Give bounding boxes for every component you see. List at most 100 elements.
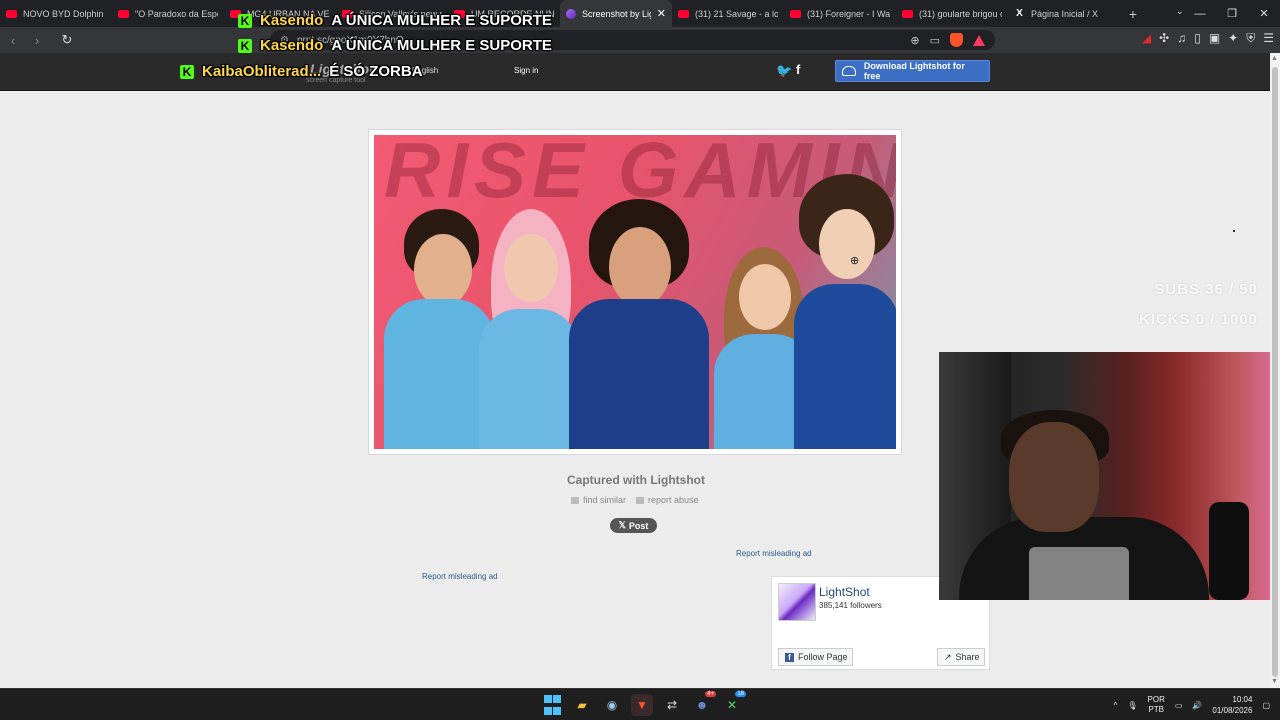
cast-icon[interactable]: ▭ <box>930 34 940 47</box>
brave-browser-icon[interactable]: ▼ <box>631 694 653 716</box>
report-abuse-link[interactable]: report abuse <box>636 495 699 505</box>
screenshot-frame: RISE GAMING <box>368 129 902 455</box>
network-icon[interactable]: ▭ <box>1175 701 1183 710</box>
fb-page-name[interactable]: LightShot <box>819 585 870 599</box>
brave-rewards-icon[interactable] <box>973 34 985 46</box>
facebook-icon[interactable]: f <box>796 62 800 77</box>
scroll-up-icon[interactable]: ▲ <box>1271 55 1278 62</box>
brave-shield-icon[interactable] <box>950 33 963 47</box>
file-explorer-icon[interactable]: ▰ <box>571 694 593 716</box>
extension-red-icon[interactable]: ◢ <box>1142 31 1151 46</box>
xbox-badge: 18 <box>735 691 746 697</box>
extensions-puzzle-icon[interactable]: ✣ <box>1159 31 1169 46</box>
browser-tab[interactable]: (31) goularte brigou c <box>896 0 1008 27</box>
x-post-button[interactable]: 𝕏 Post <box>610 518 657 533</box>
person-5 <box>794 154 896 449</box>
microphone <box>1209 502 1249 600</box>
microphone-icon[interactable]: 🎙 <box>1127 701 1137 710</box>
reload-icon[interactable]: ↻ <box>56 29 78 51</box>
close-tab-icon[interactable]: ✕ <box>657 7 666 20</box>
report-ad-link[interactable]: Report misleading ad <box>422 572 498 581</box>
vpn-shield-icon[interactable]: ⛨ <box>1246 31 1255 46</box>
leo-ai-icon[interactable]: ✦ <box>1228 31 1238 46</box>
kicks-counter: KICKS 0 / 1000 <box>1138 311 1258 328</box>
volume-icon[interactable]: 🔊 <box>1192 701 1202 710</box>
tab-title: (31) goularte brigou c <box>919 8 1002 19</box>
youtube-icon <box>790 9 801 18</box>
share-button[interactable]: ↗ Share <box>937 648 985 666</box>
menu-icon[interactable]: ☰ <box>1263 31 1274 46</box>
chat-username: Kasendo <box>260 12 324 29</box>
twitter-icon[interactable]: 🐦 <box>776 63 792 79</box>
tab-title: Página Inicial / X <box>1031 8 1099 19</box>
subs-counter: SUBS 36 / 50 <box>1154 281 1258 298</box>
follow-page-button[interactable]: f Follow Page <box>778 648 853 666</box>
sidebar-icon[interactable]: ▯ <box>1194 31 1201 46</box>
screenshot-image[interactable]: RISE GAMING <box>374 135 896 449</box>
scroll-thumb[interactable] <box>1272 67 1278 677</box>
chat-text: É SÓ ZORBA <box>329 63 423 80</box>
browser-toolbar: ‹ › ↻ ⚙ prnt.sc/gpo​X1m0Y7bnQ ⊕ ▭ ◢ ✣ ♫ … <box>0 27 1280 53</box>
maximize-icon[interactable]: ❐ <box>1216 0 1248 27</box>
zoom-icon[interactable]: ⊕ <box>910 34 919 47</box>
chat-message: K Kasendo A ÚNICA MULHER E SUPORTE <box>238 12 552 29</box>
cloud-download-icon <box>842 66 856 76</box>
chat-text: A ÚNICA MULHER E SUPORTE <box>331 12 552 29</box>
browser-tab[interactable]: (31) Foreigner - I Wan <box>784 0 896 27</box>
report-ad-link[interactable]: Report misleading ad <box>736 549 812 558</box>
window-controls: — ❐ ✕ <box>1184 0 1280 27</box>
notification-icon[interactable]: ▢ <box>1262 701 1270 710</box>
media-icon[interactable]: ♫ <box>1177 31 1186 46</box>
browser-tab[interactable]: NOVO BYD Dolphin G <box>0 0 112 27</box>
chat-message: K Kasendo A ÚNICA MULHER E SUPORTE <box>238 37 552 54</box>
post-label: Post <box>628 520 649 531</box>
captured-with-lightshot: Captured with Lightshot <box>567 473 705 487</box>
chat-text: A ÚNICA MULHER E SUPORTE <box>331 37 552 54</box>
discord-icon[interactable]: ☻ 4+ <box>691 691 716 716</box>
stray-dot <box>1233 230 1235 232</box>
media-app-icon[interactable]: ⇄ <box>661 694 683 716</box>
language-indicator[interactable]: POR PTB <box>1148 695 1165 715</box>
person-3 <box>569 159 709 449</box>
flag-icon <box>636 497 645 504</box>
minimize-icon[interactable]: — <box>1184 0 1216 27</box>
kick-icon: K <box>180 64 194 79</box>
wallet-icon[interactable]: ▣ <box>1209 31 1220 46</box>
windows-start-icon[interactable] <box>541 694 563 716</box>
clock[interactable]: 10:04 01/08/2026 <box>1212 694 1252 716</box>
browser-tab[interactable]: (31) 21 Savage - a lot <box>672 0 784 27</box>
page-scrollbar[interactable]: ▲ ▼ <box>1270 53 1280 688</box>
browser-tab-strip: NOVO BYD Dolphin G "O Paradoxo da Esper MG… <box>0 0 1280 27</box>
share-label: Share <box>955 652 980 662</box>
browser-tab[interactable]: "O Paradoxo da Esper <box>112 0 224 27</box>
tray-chevron-icon[interactable]: ^ <box>1114 701 1118 710</box>
back-icon[interactable]: ‹ <box>2 29 24 51</box>
lightshot-feather-logo[interactable] <box>778 583 816 621</box>
new-tab-button[interactable]: + <box>1120 6 1146 22</box>
tab-search-icon[interactable]: ⌄ <box>1176 6 1184 17</box>
signin-link[interactable]: Sign in <box>514 66 538 75</box>
taskbar-apps: ▰ ◉ ▼ ⇄ ☻ 4+ ✕ 18 <box>541 691 746 716</box>
tab-title: (31) 21 Savage - a lot <box>695 8 778 19</box>
share-icon: ↗ <box>944 651 952 662</box>
youtube-icon <box>6 9 17 18</box>
download-button[interactable]: Download Lightshot for free <box>835 60 990 82</box>
system-tray: ^ 🎙 POR PTB ▭ 🔊 10:04 01/08/2026 ▢ <box>1114 694 1270 716</box>
chat-username: Kasendo <box>260 37 324 54</box>
forward-icon[interactable]: › <box>26 29 48 51</box>
youtube-icon <box>902 9 913 18</box>
scroll-down-icon[interactable]: ▼ <box>1271 678 1278 685</box>
x-icon: X <box>1016 8 1023 19</box>
browser-tab[interactable]: X Página Inicial / X <box>1008 0 1120 27</box>
browser-tab[interactable]: Screenshot by Lig ✕ <box>560 0 672 27</box>
youtube-icon <box>678 9 689 18</box>
find-similar-link[interactable]: find similar <box>571 495 626 505</box>
kick-icon: K <box>238 13 252 28</box>
steam-icon[interactable]: ◉ <box>601 694 623 716</box>
webcam-feed <box>939 352 1280 600</box>
tab-list: NOVO BYD Dolphin G "O Paradoxo da Esper MG… <box>0 0 1120 27</box>
xbox-icon[interactable]: ✕ 18 <box>721 691 746 716</box>
chat-message: K KaibaObliterad... É SÓ ZORBA <box>180 63 423 80</box>
chat-username: KaibaObliterad... <box>202 63 322 80</box>
close-window-icon[interactable]: ✕ <box>1248 0 1280 27</box>
